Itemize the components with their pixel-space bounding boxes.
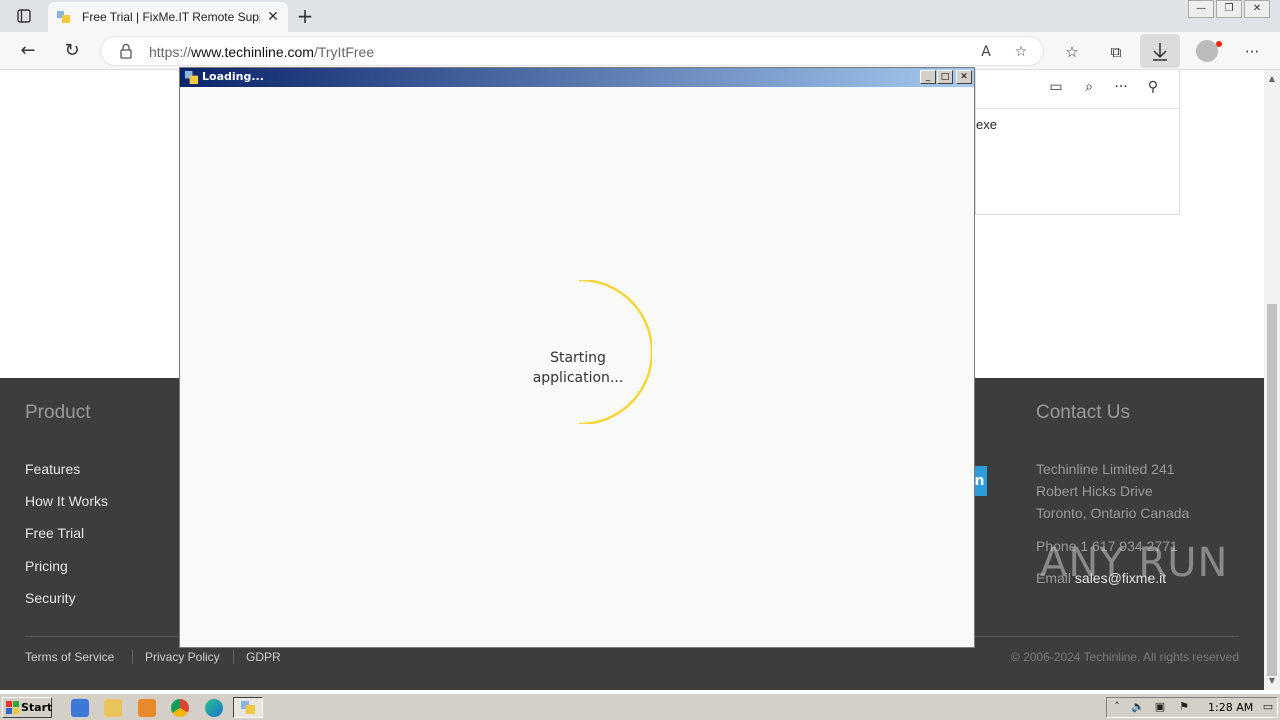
dialog-minimize-button[interactable]: _	[920, 70, 936, 84]
collections-icon[interactable]: ⧉	[1105, 41, 1127, 63]
search-downloads-icon[interactable]: ⌕	[1079, 77, 1099, 97]
anyrun-watermark: ANY RUN	[1040, 540, 1229, 586]
tab-bar: Free Trial | FixMe.IT Remote Supp ✕ + — …	[0, 0, 1280, 32]
system-tray: ˄ 🔈 ▣ ⚑ 1:28 AM ▭	[1106, 697, 1278, 718]
network-icon[interactable]: ▣	[1153, 700, 1167, 714]
minimize-window-button[interactable]: —	[1188, 0, 1214, 18]
chrome-icon[interactable]	[171, 699, 189, 717]
downloads-panel: ▭ ⌕ ··· ⚲ exe	[975, 70, 1181, 215]
fixme-favicon-icon	[57, 11, 70, 23]
scroll-down-icon[interactable]: ▼	[1267, 676, 1277, 686]
windows-logo-icon	[6, 701, 19, 714]
pin-icon[interactable]: ⚲	[1143, 77, 1163, 97]
tab-actions-icon	[17, 9, 31, 23]
taskbar-active-app[interactable]	[233, 697, 263, 718]
refresh-button[interactable]: ↻	[59, 39, 85, 63]
tray-expand-icon[interactable]: ˄	[1110, 700, 1124, 714]
app-icon	[184, 70, 199, 85]
contact-heading: Contact Us	[1036, 402, 1130, 423]
fixme-app-icon	[241, 701, 255, 714]
privacy-policy-link[interactable]: Privacy Policy	[145, 650, 220, 664]
copyright-text: © 2006-2024 Techinline. All rights reser…	[1010, 650, 1239, 664]
file-explorer-icon[interactable]	[104, 699, 122, 717]
dialog-title: Loading...	[202, 70, 264, 83]
favorites-icon[interactable]: ☆	[1061, 41, 1083, 63]
window-controls: — ❐ ✕	[1186, 0, 1270, 18]
volume-icon[interactable]: 🔈	[1131, 700, 1145, 714]
url-text: https://www.techinline.com/TryItFree	[149, 44, 375, 60]
clock[interactable]: 1:28 AM	[1208, 701, 1253, 714]
more-options-icon[interactable]: ···	[1111, 77, 1131, 97]
downloads-button[interactable]	[1140, 34, 1180, 68]
download-icon	[1153, 43, 1167, 61]
panel-divider	[976, 108, 1181, 109]
browser-tab[interactable]: Free Trial | FixMe.IT Remote Supp ✕	[48, 2, 288, 32]
loading-dialog: Loading... _ □ ✕ Starting application...	[179, 67, 975, 648]
page-scrollbar[interactable]: ▲ ▼	[1264, 70, 1280, 690]
settings-more-icon[interactable]: ···	[1241, 41, 1263, 63]
product-heading: Product	[25, 402, 91, 423]
internet-explorer-icon[interactable]	[71, 699, 89, 717]
taskbar: Start ˄ 🔈 ▣ ⚑ 1:28 AM ▭	[0, 693, 1280, 720]
tab-title: Free Trial | FixMe.IT Remote Supp	[82, 10, 260, 24]
open-folder-icon[interactable]: ▭	[1046, 77, 1066, 97]
gdpr-link[interactable]: GDPR	[246, 650, 281, 664]
start-button[interactable]: Start	[2, 697, 52, 718]
address-line: Robert Hicks Drive	[1036, 483, 1153, 499]
add-favorite-icon[interactable]: ☆	[1011, 42, 1031, 62]
new-tab-button[interactable]: +	[294, 5, 316, 27]
back-button[interactable]: ←	[15, 39, 41, 63]
tab-close-icon[interactable]: ✕	[266, 9, 280, 25]
footer-link-how-it-works[interactable]: How It Works	[25, 493, 108, 509]
footer-link-free-trial[interactable]: Free Trial	[25, 525, 84, 541]
scrollbar-thumb[interactable]	[1267, 304, 1277, 676]
download-file-name[interactable]: exe	[976, 117, 997, 132]
action-center-flag-icon[interactable]: ⚑	[1177, 700, 1191, 714]
terms-of-service-link[interactable]: Terms of Service	[25, 650, 114, 664]
address-line: Toronto, Ontario Canada	[1036, 505, 1190, 521]
read-aloud-icon[interactable]: A	[976, 42, 996, 62]
status-line: Starting	[550, 350, 606, 366]
show-desktop-icon[interactable]: ▭	[1261, 700, 1275, 714]
browser-toolbar: ← ↻ https://www.techinline.com/TryItFree…	[0, 32, 1280, 70]
dialog-maximize-button[interactable]: □	[937, 70, 953, 84]
close-window-button[interactable]: ✕	[1244, 0, 1270, 18]
footer-link-pricing[interactable]: Pricing	[25, 558, 68, 574]
media-player-icon[interactable]	[138, 699, 156, 717]
tab-actions-button[interactable]	[12, 6, 36, 26]
profile-avatar[interactable]	[1196, 40, 1222, 62]
scroll-up-icon[interactable]: ▲	[1267, 74, 1277, 84]
restore-window-button[interactable]: ❐	[1216, 0, 1242, 18]
loading-status: Starting application...	[508, 348, 648, 388]
edge-icon[interactable]	[205, 699, 223, 717]
address-line: Techinline Limited 241	[1036, 461, 1175, 477]
footer-link-features[interactable]: Features	[25, 461, 80, 477]
status-line: application...	[532, 370, 624, 386]
link-separator	[233, 650, 234, 664]
dialog-title-bar[interactable]: Loading... _ □ ✕	[180, 68, 974, 87]
address-bar[interactable]: https://www.techinline.com/TryItFree A ☆	[100, 36, 1044, 66]
dialog-close-button[interactable]: ✕	[956, 70, 972, 84]
start-label: Start	[21, 701, 53, 714]
footer-link-security[interactable]: Security	[25, 590, 76, 606]
link-separator	[132, 650, 133, 664]
lock-icon	[120, 43, 132, 59]
contact-address: Techinline Limited 241 Robert Hicks Driv…	[1036, 458, 1189, 524]
